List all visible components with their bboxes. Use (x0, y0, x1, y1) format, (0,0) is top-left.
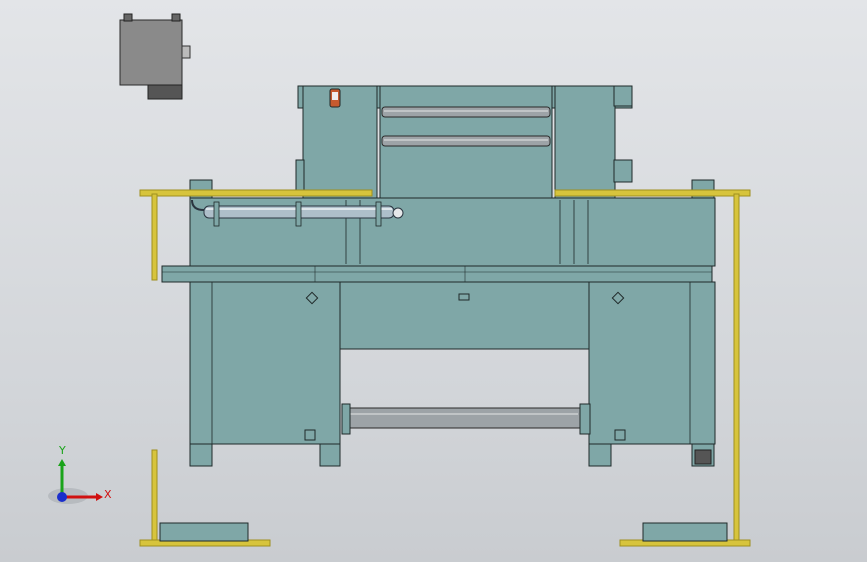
axis-x-arrow (96, 493, 103, 501)
axis-triad: X Y (48, 444, 112, 504)
top-bar-left (139, 189, 373, 197)
crossbar (161, 265, 713, 283)
lower-shaft (341, 403, 591, 435)
roller-lower (381, 135, 551, 147)
machine-model-view: X Y (48, 13, 751, 547)
axis-x-label: X (104, 488, 112, 501)
axis-y-arrow (58, 459, 66, 466)
axis-z-dot (57, 492, 67, 502)
motor-box (119, 13, 191, 100)
bottom-base-left (159, 522, 249, 542)
bottom-base-right (642, 522, 728, 542)
axis-y-label: Y (58, 444, 66, 457)
cad-viewport[interactable]: X Y (0, 0, 867, 562)
top-bar-right (554, 189, 751, 197)
roller-upper (381, 106, 551, 118)
